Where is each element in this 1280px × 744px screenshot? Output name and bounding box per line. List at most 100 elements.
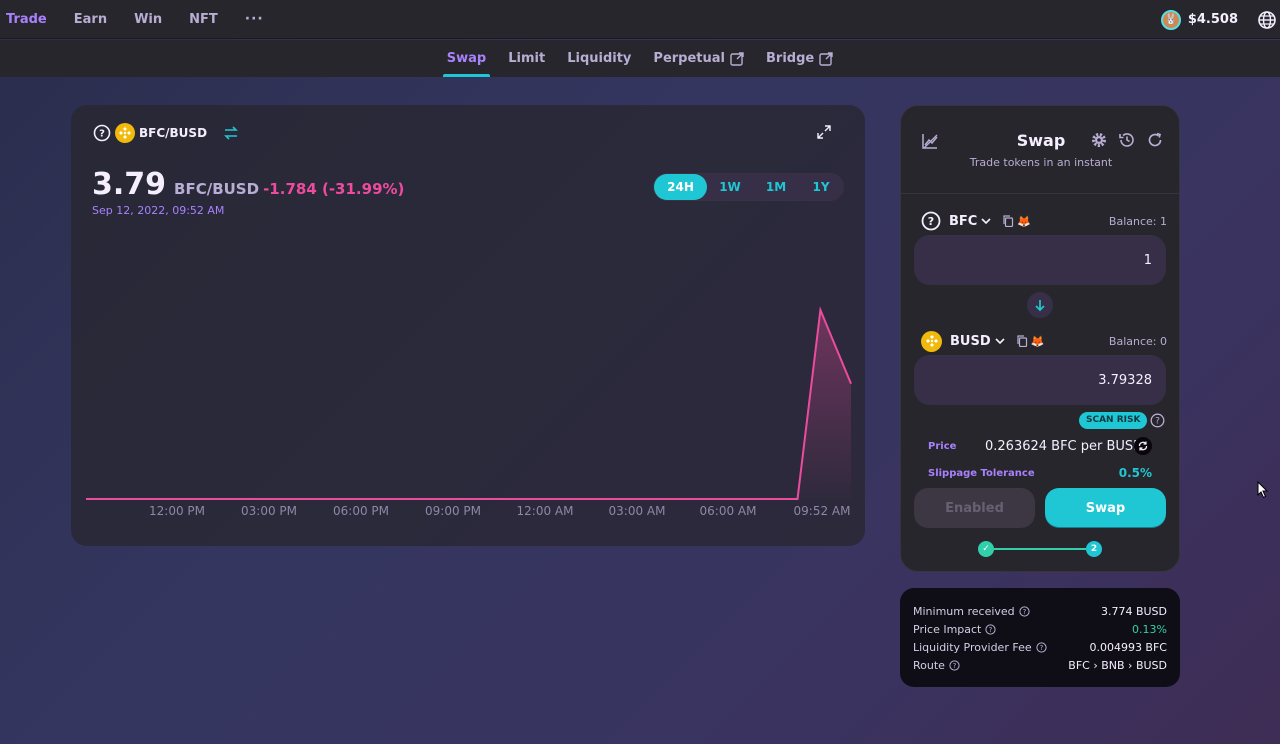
minimum-received-label: Minimum received [913, 604, 1015, 618]
help-icon[interactable]: ? [1150, 413, 1165, 428]
x-tick-label: 09:52 AM [794, 504, 851, 518]
range-24h[interactable]: 24H [654, 174, 707, 200]
svg-text:?: ? [1039, 644, 1043, 652]
price-impact-label: Price Impact [913, 622, 982, 636]
price-area-fill [86, 310, 851, 499]
help-icon[interactable]: ? [985, 623, 996, 635]
tab-liquidity[interactable]: Liquidity [567, 40, 631, 77]
swap-header: Swap Trade tokens in an instant [901, 106, 1179, 194]
tab-bridge-label: Bridge [766, 51, 815, 66]
busd-token-icon [921, 330, 942, 352]
mouse-cursor-icon [1257, 481, 1269, 499]
arrow-down-icon [1035, 300, 1045, 312]
top-right: 🐰 $4.508 [1160, 0, 1280, 39]
tab-bridge[interactable]: Bridge [766, 40, 833, 77]
menu-win[interactable]: Win [134, 12, 162, 27]
external-link-icon [730, 51, 744, 66]
chevron-down-icon[interactable] [995, 336, 1005, 346]
step-progress: ✓ 2 [978, 541, 1102, 557]
tab-swap-label: Swap [446, 51, 487, 66]
step-connector [994, 548, 1086, 550]
tab-swap[interactable]: Swap [442, 40, 491, 77]
help-icon[interactable]: ? [949, 659, 960, 671]
refresh-icon[interactable] [1146, 131, 1164, 149]
lp-fee-value: 0.004993 BFC [1089, 640, 1167, 654]
route-label: Route [913, 658, 945, 672]
price-chart-card: 12:00 PM 03:00 PM 06:00 PM 09:00 PM 12:00 AM… [71, 105, 865, 546]
menu-earn[interactable]: Earn [74, 12, 107, 27]
tab-perpetual-label: Perpetual [653, 51, 725, 66]
x-tick-label: 03:00 PM [241, 504, 297, 518]
price-series-line [86, 306, 852, 500]
detail-row-minimum-received: Minimum received? 3.774 BUSD [913, 602, 1167, 620]
menu-nft[interactable]: NFT [189, 12, 218, 27]
metamask-icon[interactable]: 🦊 [1031, 335, 1045, 348]
from-token-symbol[interactable]: BFC [949, 214, 977, 229]
invert-price-button[interactable] [1134, 437, 1152, 455]
detail-row-route: Route? BFC › BNB › BUSD [913, 656, 1167, 674]
svg-text:?: ? [1022, 608, 1026, 616]
slippage-value[interactable]: 0.5% [1119, 466, 1152, 480]
detail-label: Route? [913, 659, 960, 672]
range-1y[interactable]: 1Y [799, 174, 843, 200]
detail-row-lp-fee: Liquidity Provider Fee? 0.004993 BFC [913, 638, 1167, 656]
bfc-token-icon: ? [921, 211, 941, 231]
language-globe-icon[interactable] [1257, 10, 1277, 30]
to-amount-value: 3.79328 [1098, 372, 1152, 388]
menu-trade[interactable]: Trade [6, 12, 47, 27]
settings-gear-icon[interactable] [1090, 131, 1108, 149]
detail-label: Minimum received? [913, 605, 1030, 618]
swap-direction-icon[interactable] [223, 125, 239, 141]
current-price: 3.79 [92, 167, 167, 202]
swap-button[interactable]: Swap [1045, 488, 1166, 528]
enabled-button[interactable]: Enabled [914, 488, 1035, 528]
step-1-check: ✓ [978, 541, 994, 557]
sub-navbar: Swap Limit Liquidity Perpetual Bridge [0, 40, 1280, 77]
scan-risk-button[interactable]: SCAN RISK [1079, 412, 1148, 429]
more-menu-icon[interactable]: ··· [245, 11, 264, 27]
price-value: 0.263624 BFC per BUSD [985, 439, 1144, 454]
trade-details-card: Minimum received? 3.774 BUSD Price Impac… [900, 588, 1180, 687]
svg-text:?: ? [928, 215, 934, 228]
metamask-icon[interactable]: 🦊 [1017, 215, 1031, 228]
lp-fee-label: Liquidity Provider Fee [913, 640, 1032, 654]
pair-name: BFC/BUSD [139, 126, 208, 140]
slippage-label: Slippage Tolerance [928, 468, 1035, 479]
chevron-down-icon[interactable] [981, 216, 991, 226]
expand-icon[interactable] [817, 125, 831, 139]
range-1w[interactable]: 1W [707, 174, 753, 200]
swap-subtitle: Trade tokens in an instant [969, 156, 1113, 169]
minimum-received-value: 3.774 BUSD [1100, 604, 1167, 618]
price-summary: 3.79 BFC/BUSD -1.784 (-31.99%) [92, 167, 404, 202]
detail-label: Price Impact? [913, 623, 996, 636]
step-2: 2 [1086, 541, 1102, 557]
cake-token-icon[interactable]: 🐰 [1160, 9, 1181, 30]
copy-icon[interactable] [1002, 215, 1014, 227]
to-amount-input[interactable]: 3.79328 [914, 355, 1166, 405]
svg-text:?: ? [99, 129, 105, 140]
main-menu: Trade Earn Win NFT ··· [0, 0, 264, 38]
external-link-icon [819, 51, 833, 66]
from-balance: Balance: 1 [1108, 214, 1167, 228]
tab-perpetual[interactable]: Perpetual [653, 40, 744, 77]
x-tick-label: 12:00 PM [149, 504, 205, 518]
copy-icon[interactable] [1016, 335, 1028, 347]
x-tick-label: 06:00 AM [700, 504, 757, 518]
swap-card: Swap Trade tokens in an instant ? BFC 🦊 … [900, 105, 1180, 572]
help-icon[interactable]: ? [93, 124, 111, 142]
help-icon[interactable]: ? [1036, 641, 1047, 653]
top-navbar: Trade Earn Win NFT ··· 🐰 $4.508 [0, 0, 1280, 39]
to-token-symbol[interactable]: BUSD [950, 334, 991, 349]
tab-limit[interactable]: Limit [508, 40, 545, 77]
from-amount-input[interactable]: 1 [914, 235, 1166, 285]
switch-tokens-button[interactable] [1027, 292, 1053, 318]
swap-header-icons [1080, 131, 1164, 149]
to-token-row: BUSD 🦊 Balance: 0 [921, 329, 1167, 353]
history-icon[interactable] [1118, 131, 1136, 149]
price-pair: BFC/BUSD [174, 180, 260, 198]
detail-label: Liquidity Provider Fee? [913, 641, 1047, 654]
help-icon[interactable]: ? [1019, 605, 1030, 617]
tab-limit-label: Limit [508, 51, 546, 66]
range-1m[interactable]: 1M [753, 174, 799, 200]
x-tick-label: 03:00 AM [609, 504, 666, 518]
